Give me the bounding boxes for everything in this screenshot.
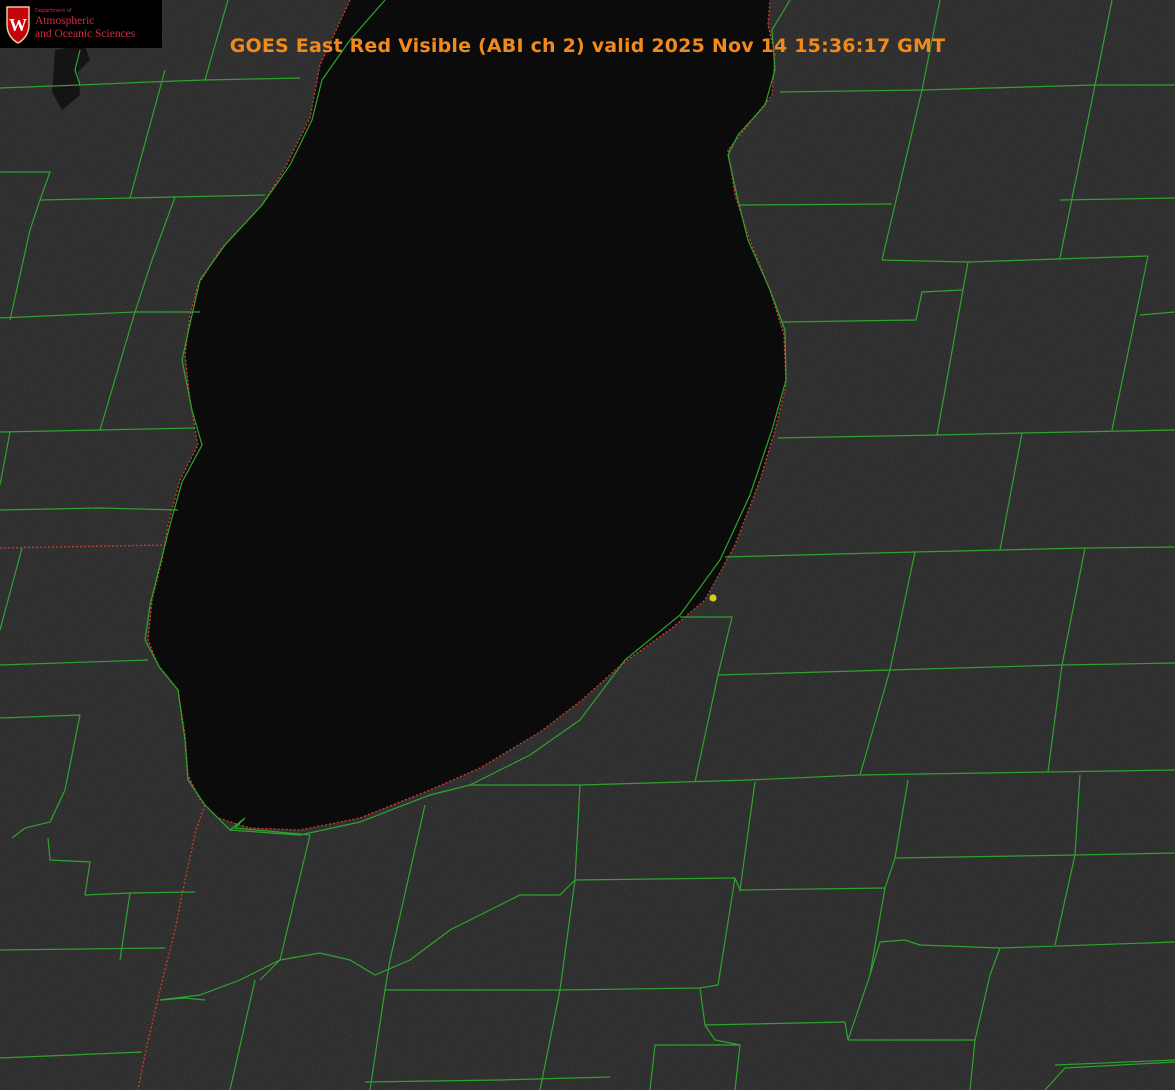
logo-department-text: Department of <box>35 8 72 14</box>
location-dot-icon <box>709 594 717 602</box>
logo-line-1: Atmospheric <box>35 15 95 27</box>
satellite-map: W Department of Atmospheric and Oceanic … <box>0 0 1175 1090</box>
map-canvas <box>0 0 1175 1090</box>
image-title: GOES East Red Visible (ABI ch 2) valid 2… <box>229 35 946 57</box>
crest-letter: W <box>9 15 27 35</box>
